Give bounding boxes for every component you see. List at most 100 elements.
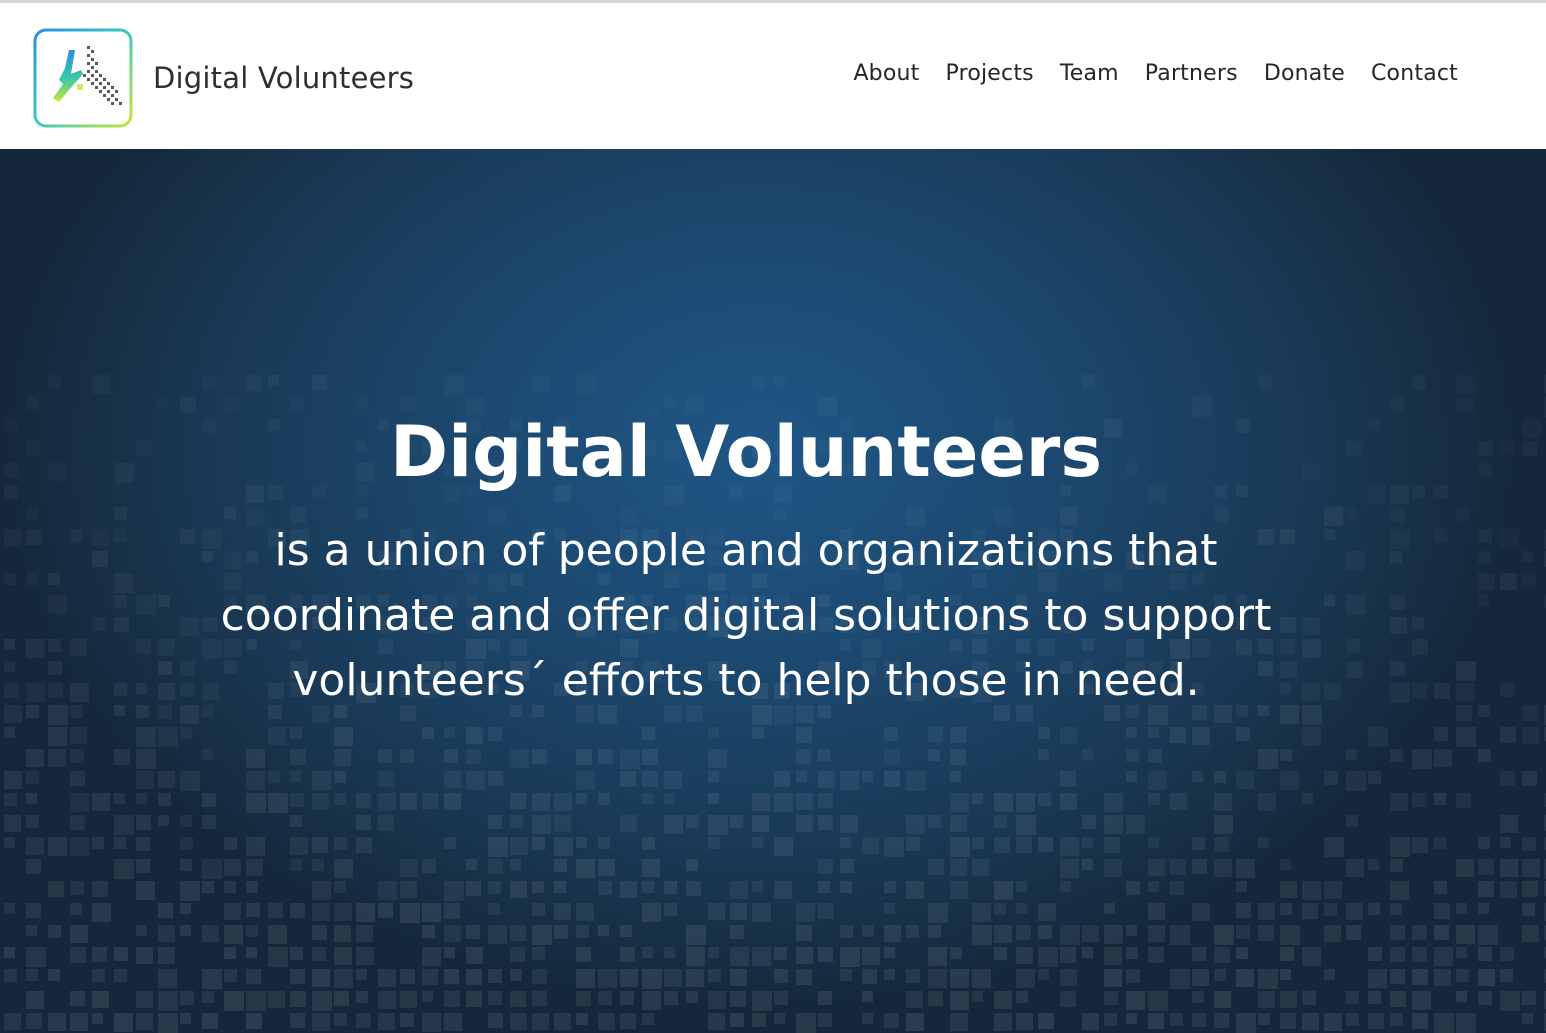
background-pixel-square <box>1170 881 1184 895</box>
background-pixel-square <box>1434 749 1452 767</box>
background-pixel-square <box>1522 991 1536 1005</box>
background-pixel-square <box>884 969 895 980</box>
background-pixel-square <box>1148 991 1168 1011</box>
background-pixel-square <box>334 749 351 766</box>
background-pixel-square <box>488 815 502 829</box>
background-pixel-square <box>1236 903 1251 918</box>
background-pixel-square <box>510 881 527 898</box>
background-pixel-square <box>1170 1013 1183 1026</box>
background-pixel-square <box>26 837 44 855</box>
nav-item-team[interactable]: Team <box>1060 61 1119 86</box>
nav-item-partners[interactable]: Partners <box>1145 61 1238 86</box>
background-pixel-square <box>1324 881 1342 899</box>
background-pixel-square <box>1104 991 1118 1005</box>
background-pixel-square <box>488 903 500 915</box>
background-pixel-square <box>532 375 550 393</box>
background-pixel-square <box>598 749 613 764</box>
background-pixel-square <box>994 793 1013 812</box>
background-pixel-square <box>950 1013 968 1031</box>
nav-item-about[interactable]: About <box>853 61 919 86</box>
background-pixel-square <box>312 925 327 940</box>
background-pixel-square <box>400 749 414 763</box>
background-pixel-square <box>532 815 551 834</box>
background-pixel-square <box>510 749 529 768</box>
nav-item-projects[interactable]: Projects <box>945 61 1033 86</box>
background-pixel-square <box>1082 925 1099 942</box>
background-pixel-square <box>400 969 415 984</box>
background-pixel-square <box>400 859 418 877</box>
background-pixel-square <box>730 947 749 966</box>
background-pixel-square <box>1478 903 1489 914</box>
background-pixel-square <box>4 947 15 958</box>
background-pixel-square <box>378 815 394 831</box>
background-pixel-square <box>70 903 82 915</box>
background-pixel-square <box>1126 881 1140 895</box>
background-pixel-square <box>752 903 771 922</box>
background-pixel-square <box>400 1013 414 1027</box>
background-pixel-square <box>180 925 191 936</box>
background-pixel-square <box>532 991 547 1006</box>
background-pixel-square <box>730 881 748 899</box>
background-pixel-square <box>312 859 324 871</box>
background-pixel-square <box>862 925 874 937</box>
background-pixel-square <box>356 947 374 965</box>
background-pixel-square <box>686 815 699 828</box>
background-pixel-square <box>1368 771 1381 784</box>
background-pixel-square <box>202 881 214 893</box>
background-pixel-square <box>708 727 719 738</box>
background-pixel-square <box>884 749 900 765</box>
background-pixel-square <box>488 859 503 874</box>
background-pixel-square <box>620 1013 636 1029</box>
background-pixel-square <box>268 771 280 783</box>
background-pixel-square <box>1148 881 1159 892</box>
background-pixel-square <box>752 947 771 966</box>
background-pixel-square <box>1324 969 1335 980</box>
background-pixel-square <box>466 947 483 964</box>
background-pixel-square <box>1478 969 1495 986</box>
nav-item-donate[interactable]: Donate <box>1264 61 1345 86</box>
background-pixel-square <box>1038 837 1053 852</box>
background-pixel-square <box>70 991 85 1006</box>
background-pixel-square <box>202 859 222 879</box>
background-pixel-square <box>576 749 592 765</box>
background-pixel-square <box>26 749 44 767</box>
background-pixel-square <box>1104 925 1123 944</box>
background-pixel-square <box>1060 991 1076 1007</box>
background-pixel-square <box>444 947 455 958</box>
background-pixel-square <box>1016 947 1033 964</box>
background-pixel-square <box>686 925 706 945</box>
background-pixel-square <box>730 969 747 986</box>
background-pixel-square <box>1148 771 1167 790</box>
background-pixel-square <box>1192 771 1203 782</box>
background-pixel-square <box>1126 727 1137 738</box>
background-pixel-square <box>1522 859 1540 877</box>
background-pixel-square <box>1236 771 1254 789</box>
background-pixel-square <box>290 771 301 782</box>
nav-item-contact[interactable]: Contact <box>1371 61 1458 86</box>
background-pixel-square <box>136 947 153 964</box>
site-header: Digital Volunteers About Projects Team P… <box>0 3 1546 149</box>
background-pixel-square <box>774 947 787 960</box>
background-pixel-square <box>906 1013 924 1031</box>
background-pixel-square <box>1390 969 1405 984</box>
background-pixel-square <box>70 925 88 943</box>
background-pixel-square <box>664 881 677 894</box>
background-pixel-square <box>1258 991 1275 1008</box>
background-pixel-square <box>1456 375 1476 395</box>
background-pixel-square <box>1390 793 1408 811</box>
background-pixel-square <box>334 925 351 942</box>
home-logo-link[interactable]: Digital Volunteers <box>33 27 414 129</box>
background-pixel-square <box>290 815 302 827</box>
background-pixel-square <box>1500 881 1517 898</box>
background-pixel-square <box>268 727 286 745</box>
background-pixel-square <box>664 903 677 916</box>
background-pixel-square <box>994 881 1013 900</box>
background-pixel-square <box>642 969 662 989</box>
background-pixel-square <box>1214 925 1234 945</box>
background-pixel-square <box>1258 375 1272 389</box>
background-pixel-square <box>1346 749 1357 760</box>
background-pixel-square <box>730 1013 744 1027</box>
background-pixel-square <box>1192 903 1210 921</box>
background-pixel-square <box>1434 925 1449 940</box>
background-pixel-square <box>444 903 460 919</box>
